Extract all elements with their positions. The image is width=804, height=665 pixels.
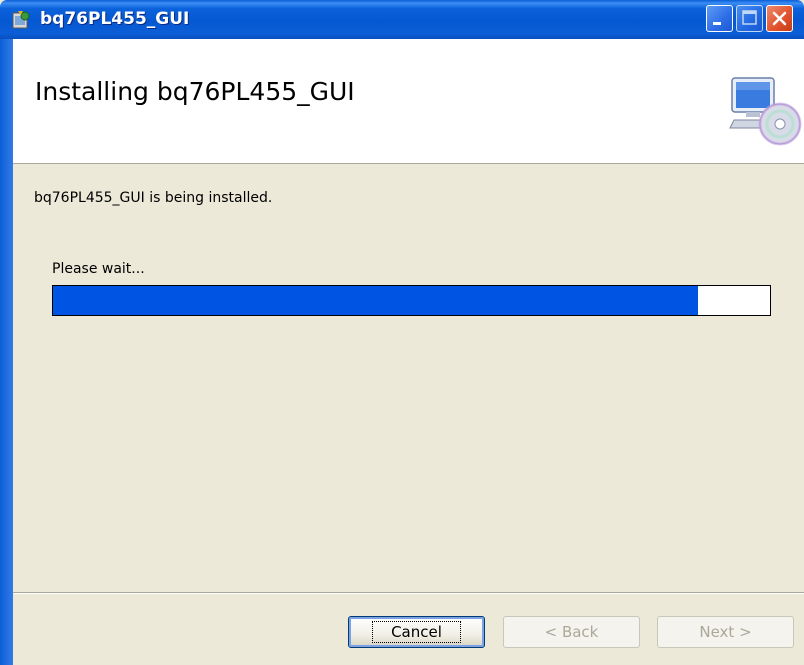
content-area: bq76PL455_GUI is being installed. Please…: [13, 164, 804, 665]
install-status-text: bq76PL455_GUI is being installed.: [34, 190, 273, 206]
header-banner: Installing bq76PL455_GUI: [13, 39, 804, 164]
next-button-label: Next >: [699, 623, 752, 641]
installer-package-icon: [12, 11, 30, 29]
window-title: bq76PL455_GUI: [40, 9, 190, 29]
maximize-icon: [742, 10, 757, 25]
window-frame-left: [0, 39, 13, 665]
close-icon: [772, 11, 787, 26]
close-button[interactable]: [766, 5, 793, 32]
minimize-icon: [713, 22, 721, 25]
maximize-button[interactable]: [736, 5, 763, 32]
page-title: Installing bq76PL455_GUI: [35, 77, 355, 106]
cancel-button[interactable]: Cancel: [348, 616, 485, 648]
installer-window: bq76PL455_GUI Installing bq76PL455_GUI b…: [0, 0, 804, 665]
minimize-button[interactable]: [706, 5, 733, 32]
cancel-button-label: Cancel: [372, 621, 461, 643]
computer-cd-setup-icon: [729, 77, 802, 146]
back-button[interactable]: < Back: [503, 616, 640, 648]
next-button[interactable]: Next >: [657, 616, 794, 648]
install-progress-bar: [52, 285, 771, 316]
footer-separator: [13, 592, 804, 594]
title-bar[interactable]: bq76PL455_GUI: [0, 0, 804, 39]
back-button-label: < Back: [544, 623, 599, 641]
please-wait-label: Please wait...: [52, 261, 145, 277]
progress-bar-fill: [53, 286, 699, 315]
